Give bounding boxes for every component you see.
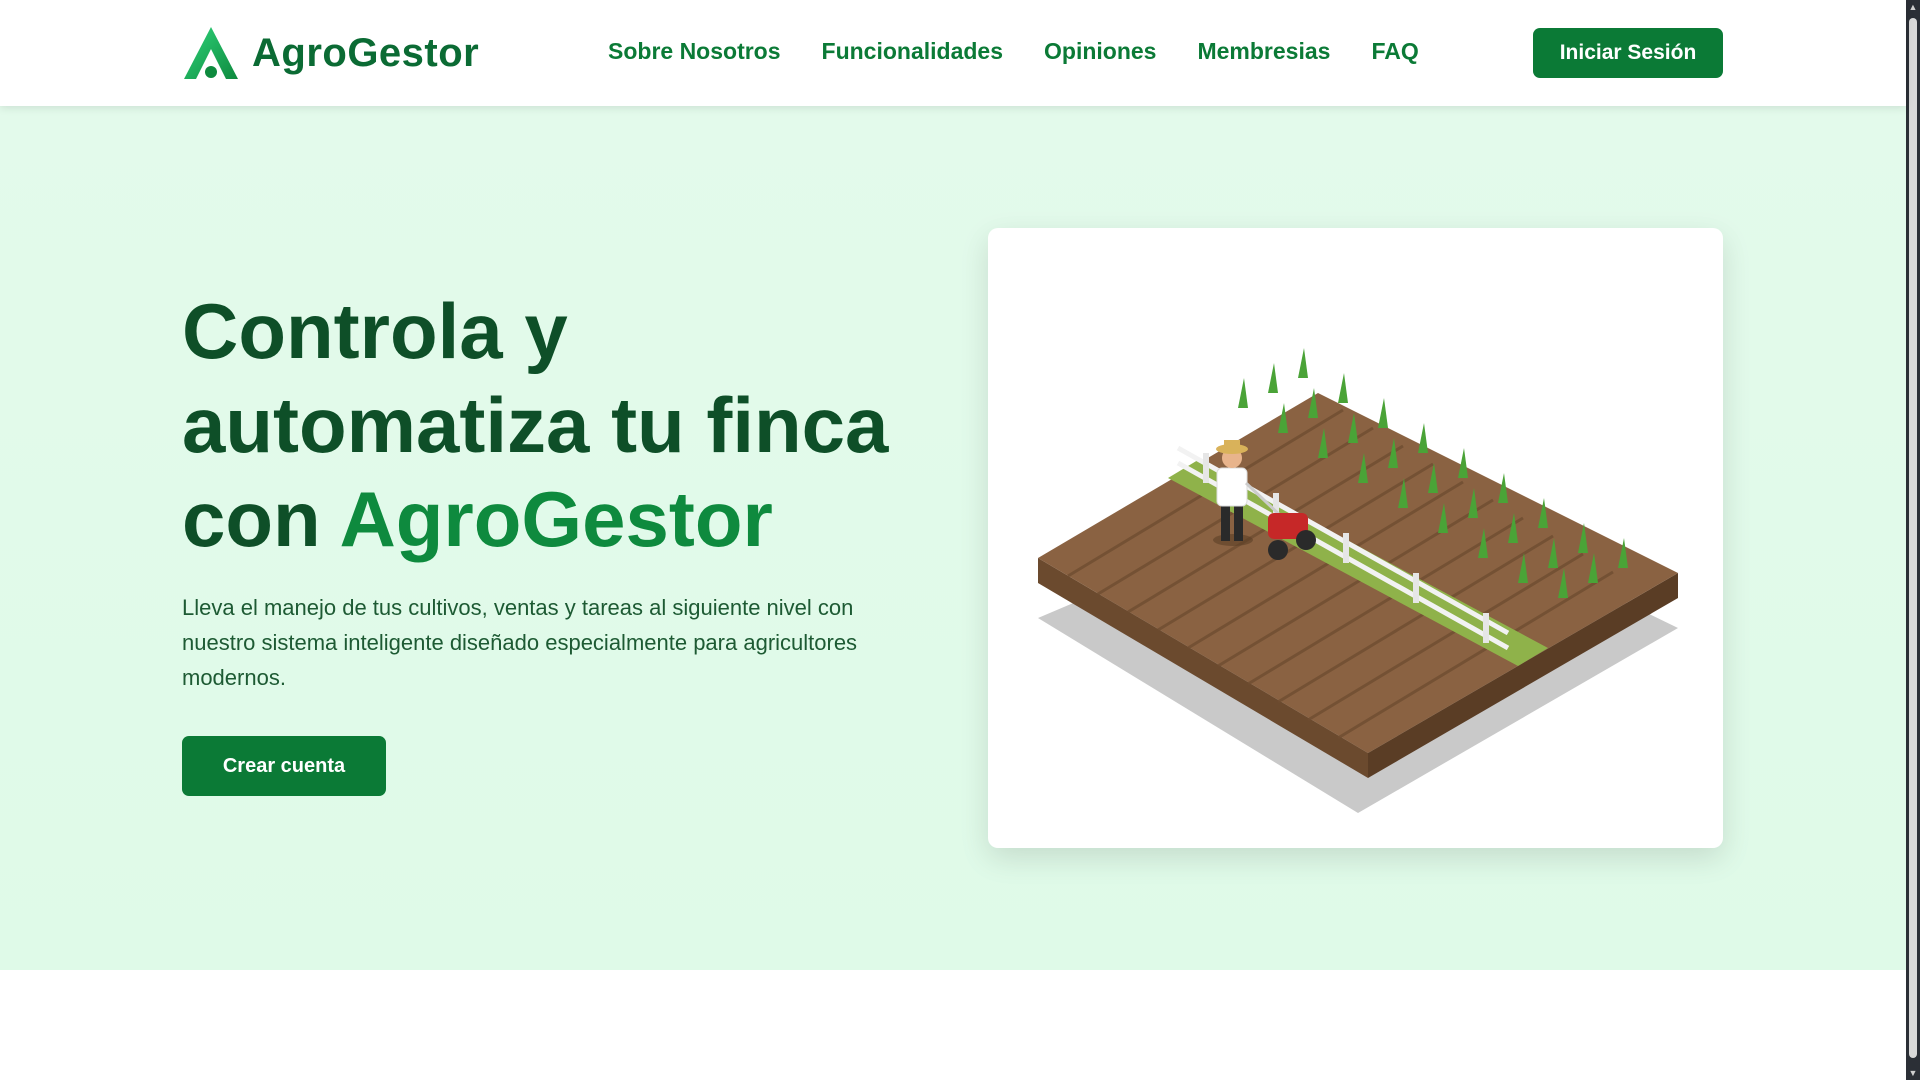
site-header: AgroGestor Sobre Nosotros Funcionalidade… — [0, 0, 1906, 106]
brand-logo[interactable]: AgroGestor — [182, 25, 479, 81]
main-nav: Sobre Nosotros Funcionalidades Opiniones… — [608, 38, 1419, 65]
hero-illustration-card — [988, 228, 1723, 848]
nav-item-funcionalidades[interactable]: Funcionalidades — [822, 38, 1003, 65]
headline-accent: AgroGestor — [339, 475, 773, 563]
brand-name: AgroGestor — [252, 30, 480, 75]
farmer-tilling-field-illustration — [1038, 348, 1678, 813]
scroll-up-arrow-icon[interactable]: ▲ — [1908, 2, 1918, 12]
hero-subtext: Lleva el manejo de tus cultivos, ventas … — [182, 595, 858, 690]
hero-headline: Controla y automatiza tu finca con AgroG… — [182, 284, 942, 566]
nav-item-opiniones[interactable]: Opiniones — [1044, 38, 1156, 65]
nav-item-membresias[interactable]: Membresias — [1197, 38, 1330, 65]
content: AgroGestor Sobre Nosotros Funcionalidade… — [0, 0, 1906, 1080]
nav-item-faq[interactable]: FAQ — [1371, 38, 1418, 65]
page: AgroGestor Sobre Nosotros Funcionalidade… — [0, 0, 1920, 1080]
create-account-button[interactable]: Crear cuenta — [182, 736, 386, 796]
vertical-scrollbar[interactable]: ▲ ▼ — [1906, 0, 1920, 1080]
hero-section: Controla y automatiza tu finca con AgroG… — [0, 106, 1906, 970]
scrollbar-thumb[interactable] — [1909, 18, 1917, 1058]
agrogestor-logo-icon — [184, 27, 238, 79]
scroll-down-arrow-icon[interactable]: ▼ — [1908, 1068, 1918, 1078]
nav-item-sobre-nosotros[interactable]: Sobre Nosotros — [608, 38, 781, 65]
login-button[interactable]: Iniciar Sesión — [1533, 28, 1723, 78]
